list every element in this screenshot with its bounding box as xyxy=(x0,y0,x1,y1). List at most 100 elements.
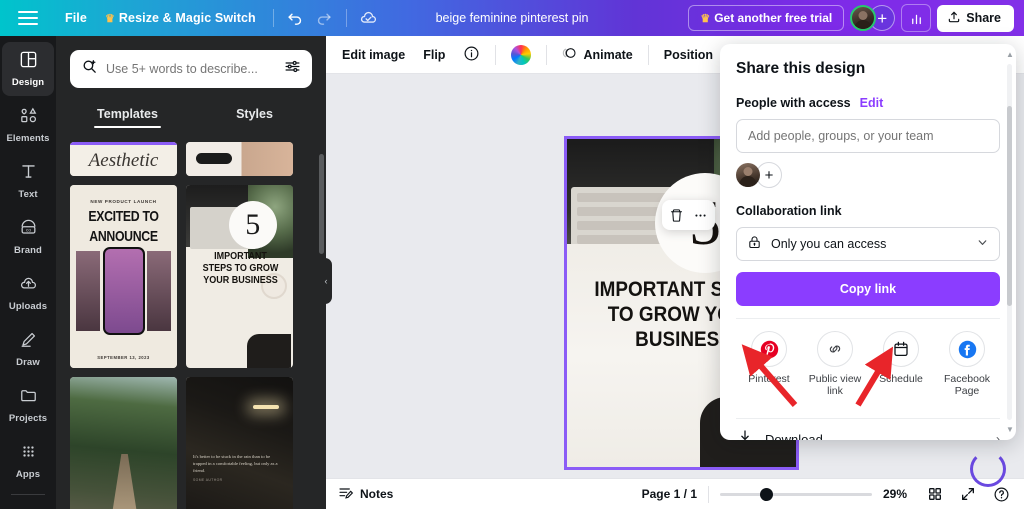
template-grid: Aesthetic NEW PRODUCT LAUNCH EXCITED TO … xyxy=(56,142,326,509)
sidebar-item-brand[interactable]: co Brand xyxy=(2,210,54,264)
analytics-button[interactable] xyxy=(901,4,932,32)
template-thumbnail-world-forestry-day[interactable]: WORLD FORESTRY DAY 21 March ♛ xyxy=(70,377,177,509)
template-art xyxy=(186,142,293,176)
tab-templates[interactable]: Templates xyxy=(64,100,191,130)
zoom-knob[interactable] xyxy=(760,488,773,501)
share-panel-scrollbar[interactable]: ▲ ▼ xyxy=(1006,50,1014,434)
sidebar-item-text[interactable]: Text xyxy=(2,154,54,208)
more-options-icon[interactable] xyxy=(693,208,708,223)
template-date: SEPTEMBER 13, 2023 xyxy=(97,355,150,360)
file-menu-button[interactable]: File xyxy=(56,5,96,31)
sidebar-item-uploads[interactable]: Uploads xyxy=(2,266,54,320)
template-art: 5 IMPORTANT STEPS TO GROW YOUR BUSINESS xyxy=(186,185,293,368)
notes-label: Notes xyxy=(360,487,394,501)
panel-scrollbar[interactable] xyxy=(319,154,324,254)
art-pill xyxy=(196,153,232,164)
trial-label: Get another free trial xyxy=(714,11,833,25)
help-icon[interactable] xyxy=(990,483,1012,505)
resize-label: Resize & Magic Switch xyxy=(118,11,256,25)
svg-text:co: co xyxy=(25,229,30,234)
animate-button[interactable]: Animate xyxy=(554,39,640,70)
template-thumbnail-excited-to-announce[interactable]: NEW PRODUCT LAUNCH EXCITED TO ANNOUNCE S… xyxy=(70,185,177,368)
divider xyxy=(495,44,497,65)
art-path xyxy=(108,453,141,509)
share-row-download[interactable]: Download › xyxy=(736,419,1000,440)
template-row: NEW PRODUCT LAUNCH EXCITED TO ANNOUNCE S… xyxy=(70,185,312,368)
sidebar-item-label: Brand xyxy=(14,245,42,256)
template-thumbnail-5-steps[interactable]: 5 IMPORTANT STEPS TO GROW YOUR BUSINESS xyxy=(186,185,293,368)
search-box[interactable] xyxy=(70,50,312,88)
share-panel-title: Share this design xyxy=(736,60,866,77)
notes-button[interactable]: Notes xyxy=(338,485,393,504)
left-sidebar: Design Elements Text co Brand Uploads Dr… xyxy=(0,36,56,509)
search-input[interactable] xyxy=(106,62,276,76)
access-level-select[interactable]: Only you can access xyxy=(736,227,1000,261)
projects-icon xyxy=(19,386,38,410)
sidebar-item-elements[interactable]: Elements xyxy=(2,98,54,152)
edit-image-button[interactable]: Edit image xyxy=(334,42,413,68)
hamburger-icon[interactable] xyxy=(18,11,38,25)
get-free-trial-button[interactable]: ♛ Get another free trial xyxy=(688,5,845,31)
share-label: Share xyxy=(966,11,1001,25)
elements-icon xyxy=(19,106,38,130)
magic-search-icon xyxy=(81,58,98,80)
loading-ring xyxy=(970,451,1006,487)
divider xyxy=(272,9,274,27)
template-headline: IMPORTANT STEPS TO GROW YOUR BUSINESS xyxy=(202,251,279,286)
trash-icon[interactable] xyxy=(669,208,684,223)
share-target-label: Public view link xyxy=(808,373,862,397)
share-target-public-view-link[interactable]: Public view link xyxy=(804,331,866,397)
people-with-access-label: People with access xyxy=(736,96,851,110)
cloud-saved-icon[interactable] xyxy=(355,4,383,32)
sidebar-item-label: Projects xyxy=(8,413,48,424)
scroll-up-arrow-icon[interactable]: ▲ xyxy=(1006,50,1014,59)
info-icon[interactable] xyxy=(455,39,488,71)
zoom-track xyxy=(720,493,872,496)
collapse-panel-handle[interactable]: ‹ xyxy=(320,258,332,304)
template-thumbnail-beige[interactable] xyxy=(186,142,293,176)
bottom-bar: Notes Page 1 / 1 29% xyxy=(326,478,1024,509)
expand-icon[interactable] xyxy=(957,483,979,505)
color-wheel-icon[interactable] xyxy=(503,39,539,71)
art-lamp xyxy=(253,405,279,409)
share-target-facebook-page[interactable]: Facebook Page xyxy=(936,331,998,397)
copy-link-button[interactable]: Copy link xyxy=(736,272,1000,306)
add-people-input[interactable] xyxy=(736,119,1000,153)
document-title[interactable]: beige feminine pinterest pin xyxy=(436,11,589,25)
resize-magic-switch-button[interactable]: ♛ Resize & Magic Switch xyxy=(96,5,265,31)
bottom-bar-right: Page 1 / 1 29% xyxy=(642,483,1012,505)
tab-styles[interactable]: Styles xyxy=(191,100,318,130)
pinterest-icon xyxy=(751,331,787,367)
template-row: WORLD FORESTRY DAY 21 March ♛ It's bette… xyxy=(70,377,312,509)
page-counter[interactable]: Page 1 / 1 xyxy=(642,487,697,501)
template-art: WORLD FORESTRY DAY 21 March xyxy=(70,377,177,509)
zoom-slider[interactable] xyxy=(720,487,872,501)
sidebar-item-projects[interactable]: Projects xyxy=(2,378,54,432)
undo-icon[interactable] xyxy=(282,4,310,32)
collaborators: + xyxy=(850,5,896,31)
design-icon xyxy=(19,50,38,74)
template-thumbnail-rain-quote[interactable]: It's better to be stuck in the rain than… xyxy=(186,377,293,509)
sidebar-item-design[interactable]: Design xyxy=(2,42,54,96)
chevron-right-icon: › xyxy=(996,432,1000,440)
link-icon xyxy=(817,331,853,367)
template-art: It's better to be stuck in the rain than… xyxy=(186,377,293,509)
avatar[interactable] xyxy=(736,163,760,187)
scroll-thumb[interactable] xyxy=(1007,106,1012,306)
template-thumbnail-aesthetic[interactable]: Aesthetic xyxy=(70,142,177,176)
edit-access-link[interactable]: Edit xyxy=(860,96,884,110)
position-button[interactable]: Position xyxy=(656,42,721,68)
chevron-left-icon: ‹ xyxy=(324,276,328,286)
redo-icon[interactable] xyxy=(310,4,338,32)
scroll-down-arrow-icon[interactable]: ▼ xyxy=(1006,425,1014,434)
grid-view-icon[interactable] xyxy=(924,483,946,505)
zoom-percent[interactable]: 29% xyxy=(883,487,913,501)
share-button[interactable]: Share xyxy=(937,4,1014,32)
sliders-icon[interactable] xyxy=(284,58,301,80)
share-target-pinterest[interactable]: Pinterest xyxy=(738,331,800,397)
divider xyxy=(345,9,347,27)
share-target-schedule[interactable]: Schedule xyxy=(870,331,932,397)
sidebar-item-apps[interactable]: Apps xyxy=(2,434,54,488)
sidebar-item-draw[interactable]: Draw xyxy=(2,322,54,376)
flip-button[interactable]: Flip xyxy=(415,42,453,68)
